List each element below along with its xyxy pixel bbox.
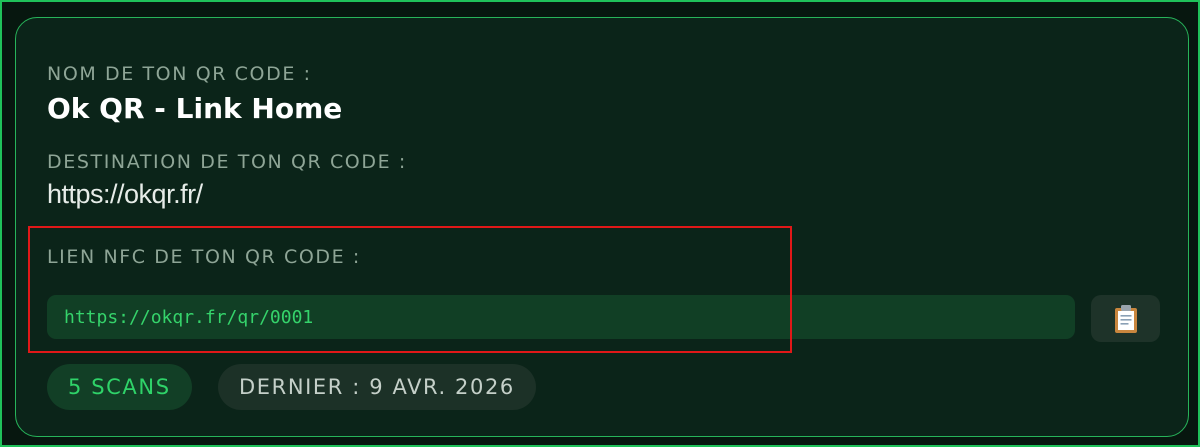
clipboard-icon — [1114, 304, 1137, 333]
scan-count-badge: 5 SCANS — [47, 364, 192, 410]
destination-label: DESTINATION DE TON QR CODE : — [47, 151, 407, 173]
last-scan-badge: DERNIER : 9 AVR. 2026 — [218, 364, 536, 410]
nfc-link-field[interactable]: https://okqr.fr/qr/0001 — [47, 295, 1075, 339]
qr-name-label: NOM DE TON QR CODE : — [47, 63, 312, 85]
destination-url: https://okqr.fr/ — [47, 179, 203, 209]
qr-name: Ok QR - Link Home — [47, 92, 343, 125]
nfc-link-label: LIEN NFC DE TON QR CODE : — [47, 246, 361, 268]
nfc-link-value: https://okqr.fr/qr/0001 — [64, 306, 314, 328]
copy-link-button[interactable] — [1091, 295, 1160, 342]
qr-code-card: NOM DE TON QR CODE : Ok QR - Link Home D… — [15, 17, 1189, 437]
